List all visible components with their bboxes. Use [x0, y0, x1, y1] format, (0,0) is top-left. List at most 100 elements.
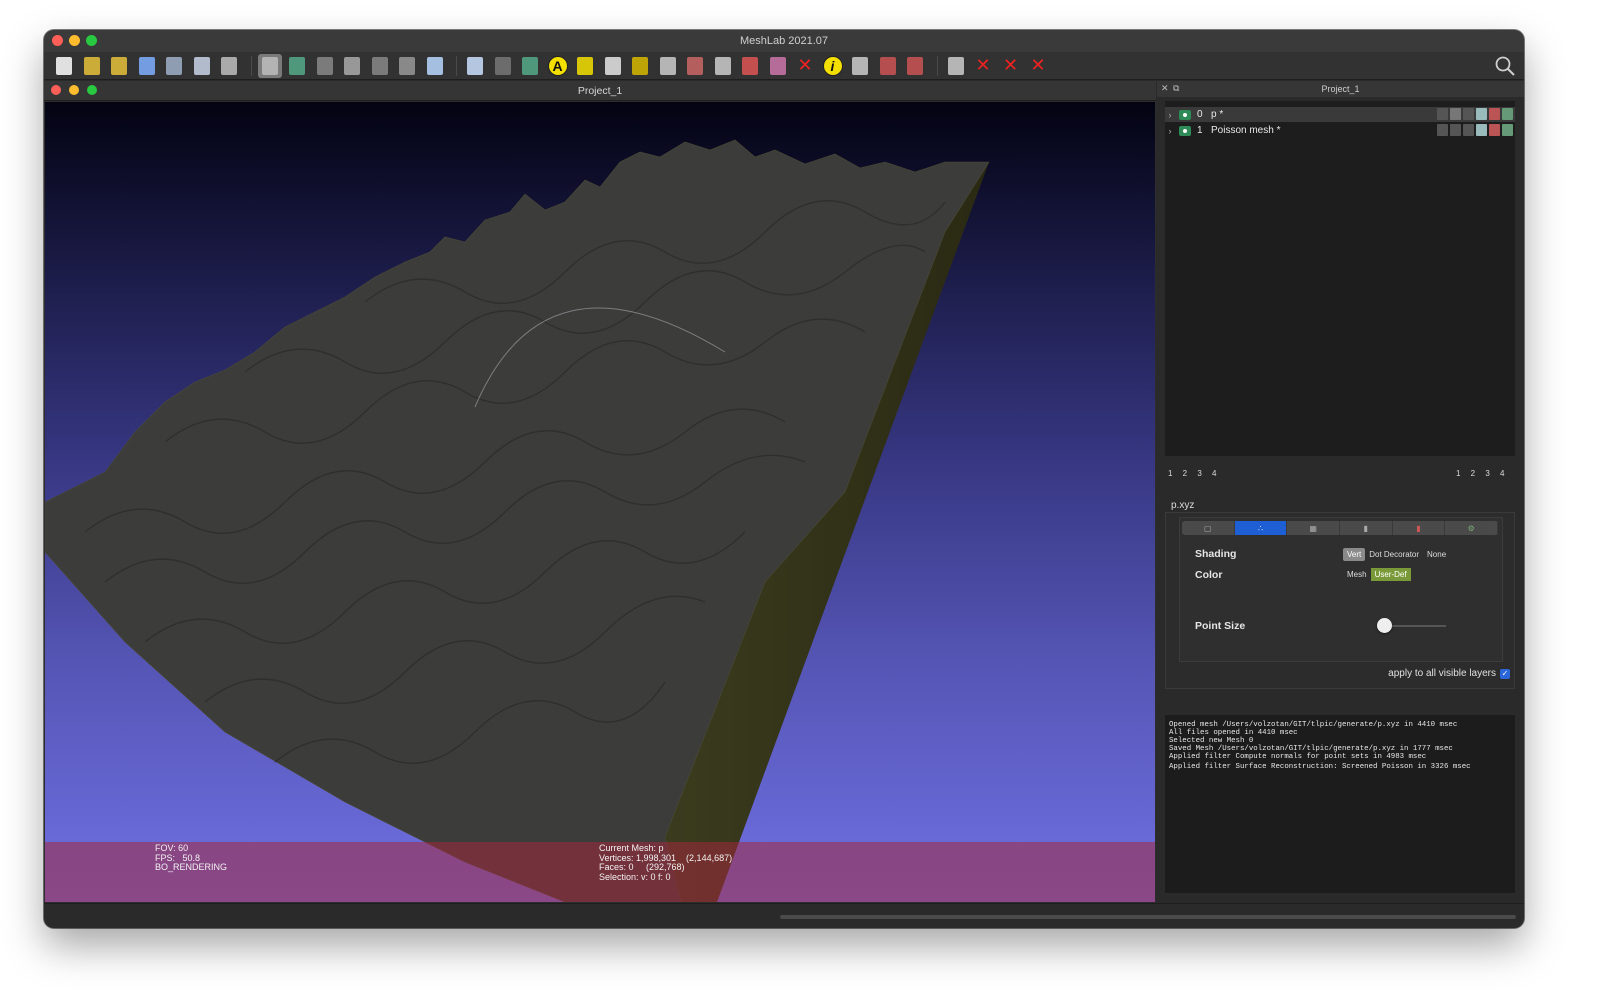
tab-wireframe[interactable]: ▦	[1287, 521, 1341, 535]
bbox-toggle-icon[interactable]	[1437, 108, 1448, 120]
delete-faces-button[interactable]: ✕	[971, 54, 995, 78]
points-toggle-icon[interactable]	[1450, 108, 1461, 120]
viewport-title-bar: Project_1	[44, 81, 1156, 101]
minimize-window-button[interactable]	[69, 35, 80, 46]
tab-texture[interactable]: ⚙	[1445, 521, 1499, 535]
select-button[interactable]	[711, 54, 735, 78]
close-subwindow-button[interactable]	[51, 85, 61, 95]
3d-viewport[interactable]: FOV: 60 FPS: 50.8 BO_RENDERING Current M…	[45, 102, 1155, 902]
reload-all-icon	[166, 56, 182, 75]
window-controls	[52, 35, 97, 46]
layer-render-tools	[1437, 108, 1513, 120]
expand-arrow-icon[interactable]: ›	[1165, 110, 1175, 120]
minimize-subwindow-button[interactable]	[69, 85, 79, 95]
apply-all-layers[interactable]: apply to all visible layers ✓	[1388, 668, 1510, 679]
log-line: Saved Mesh /Users/volzotan/GIT/tlpic/gen…	[1169, 745, 1453, 754]
smooth-render-button[interactable]	[423, 54, 447, 78]
bbox-toggle-icon[interactable]	[1437, 124, 1448, 136]
layer-row[interactable]: › 0 p *	[1165, 107, 1515, 122]
pickpoints-button[interactable]	[683, 54, 707, 78]
trackball-button[interactable]	[518, 54, 542, 78]
horizontal-scrollbar[interactable]	[780, 915, 1516, 919]
paint-toggle-icon[interactable]	[1489, 108, 1500, 120]
layers-icon	[261, 56, 278, 75]
info-button[interactable]: i	[821, 54, 845, 78]
dock-close-icon[interactable]: ✕	[1161, 83, 1169, 94]
camera-button[interactable]	[628, 54, 652, 78]
open-folder-button[interactable]	[80, 54, 104, 78]
new-document-button[interactable]	[52, 54, 76, 78]
reload-all-button[interactable]	[162, 54, 186, 78]
align-button[interactable]	[738, 54, 762, 78]
select-rect-button[interactable]	[848, 54, 872, 78]
layer-index: 0	[1197, 109, 1203, 120]
solid-toggle-icon[interactable]	[1476, 124, 1487, 136]
select-faces-button[interactable]	[903, 54, 927, 78]
layer-pager-left[interactable]: 1 2 3 4	[1168, 469, 1216, 478]
point-size-slider-handle[interactable]	[1377, 618, 1393, 633]
ruler-icon	[577, 56, 593, 75]
open-project-button[interactable]	[107, 54, 131, 78]
raster-layers-button[interactable]	[285, 54, 309, 78]
select-connected-button[interactable]	[876, 54, 900, 78]
log-line: Opened mesh /Users/volzotan/GIT/tlpic/ge…	[1169, 721, 1458, 729]
delete-selected-button[interactable]: ✕	[1026, 54, 1050, 78]
dock-float-icon[interactable]: ⧉	[1173, 83, 1179, 94]
flat-render-button[interactable]	[395, 54, 419, 78]
texture-button[interactable]	[766, 54, 790, 78]
tab-points[interactable]: ∴	[1234, 521, 1288, 535]
search-button[interactable]	[1492, 53, 1518, 79]
shading-option-dot[interactable]: Dot Decorator	[1365, 548, 1423, 561]
wire-toggle-icon[interactable]	[1463, 108, 1474, 120]
delete-vertices-button[interactable]: ✕	[999, 54, 1023, 78]
solid-toggle-icon[interactable]	[1476, 108, 1487, 120]
wire-toggle-icon[interactable]	[1463, 124, 1474, 136]
select-icon	[714, 56, 731, 75]
flat-render-icon	[399, 56, 415, 75]
zoom-window-button[interactable]	[86, 35, 97, 46]
bounding-box-button[interactable]	[313, 54, 337, 78]
status-bar	[44, 903, 1524, 928]
shading-option-vert[interactable]: Vert	[1343, 548, 1366, 561]
apply-all-checkbox[interactable]: ✓	[1500, 668, 1510, 679]
tab-solid[interactable]: ▮	[1340, 521, 1393, 535]
camera-icon	[632, 56, 648, 75]
zoom-subwindow-button[interactable]	[87, 85, 97, 95]
reload-button[interactable]	[135, 54, 159, 78]
annotation-button[interactable]: A	[546, 54, 570, 78]
snapshot-button[interactable]	[217, 54, 241, 78]
brush-button[interactable]	[656, 54, 680, 78]
brush-icon	[659, 56, 676, 75]
color-option-userdef[interactable]: User-Def	[1370, 568, 1411, 581]
tab-color[interactable]: ▮	[1393, 521, 1446, 535]
layers-button[interactable]	[257, 53, 282, 78]
select-connected-icon	[879, 56, 896, 75]
paint-toggle-icon[interactable]	[1489, 124, 1500, 136]
close-window-button[interactable]	[52, 35, 63, 46]
lighting-button[interactable]	[463, 54, 487, 78]
points-render-button[interactable]	[340, 54, 364, 78]
visibility-eye-icon[interactable]	[1179, 125, 1191, 136]
texture-toggle-icon[interactable]	[1502, 108, 1513, 120]
delete-button[interactable]: ✕	[793, 54, 817, 78]
layer-pager-right[interactable]: 1 2 3 4	[1456, 469, 1504, 478]
points-toggle-icon[interactable]	[1450, 124, 1461, 136]
axes-button[interactable]	[491, 54, 515, 78]
wireframe-render-button[interactable]	[368, 54, 392, 78]
color-icon: ▮	[1416, 523, 1421, 533]
layer-row[interactable]: › 1 Poisson mesh *	[1165, 123, 1515, 138]
select-vertices-button[interactable]	[944, 54, 968, 78]
shading-option-none[interactable]: None	[1423, 548, 1450, 561]
delete-icon: ✕	[797, 55, 813, 75]
point-size-slider[interactable]	[1384, 625, 1446, 627]
ruler-button[interactable]	[573, 54, 597, 78]
texture-toggle-icon[interactable]	[1502, 124, 1513, 136]
color-option-mesh[interactable]: Mesh	[1343, 568, 1371, 581]
texture-icon: ⚙	[1467, 523, 1475, 533]
tab-bbox[interactable]: ▢	[1182, 521, 1235, 535]
paint-button[interactable]	[601, 54, 625, 78]
selected-mesh-name: p.xyz	[1171, 500, 1195, 511]
visibility-eye-icon[interactable]	[1179, 109, 1191, 120]
expand-arrow-icon[interactable]: ›	[1165, 126, 1175, 136]
import-raster-button[interactable]	[190, 54, 214, 78]
